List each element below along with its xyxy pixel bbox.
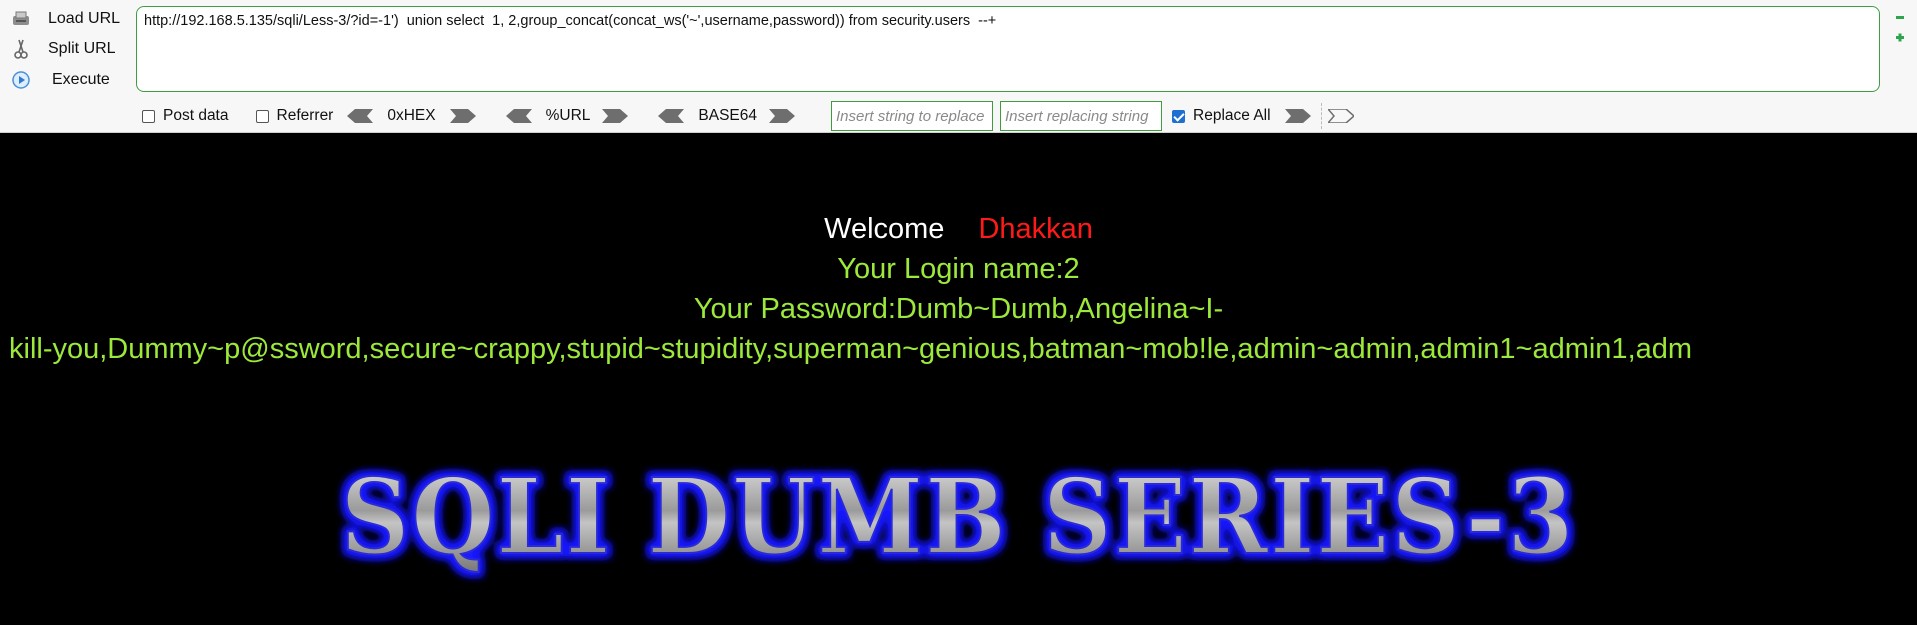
hex-label: 0xHEX: [387, 107, 436, 124]
base64-decode-arrow-icon[interactable]: [658, 109, 685, 123]
replace-all-checkbox[interactable]: [1172, 109, 1186, 123]
post-data-option[interactable]: Post data: [142, 107, 229, 125]
username-text: Dhakkan: [978, 213, 1093, 245]
replace-back-arrow-icon[interactable]: [1327, 109, 1354, 123]
execute-icon: [10, 69, 32, 91]
replace-forward-arrow-icon[interactable]: [1284, 109, 1311, 123]
scroll-markers: [1893, 12, 1907, 52]
referrer-checkbox[interactable]: [255, 109, 269, 123]
replace-to-input[interactable]: [1000, 101, 1163, 131]
execute-label: Execute: [52, 71, 110, 88]
base64-label: BASE64: [698, 107, 758, 124]
referrer-option[interactable]: Referrer: [255, 107, 334, 125]
replace-from-input[interactable]: [831, 101, 994, 131]
toolbar-separator: [1320, 103, 1322, 129]
hex-decode-arrow-icon[interactable]: [347, 109, 374, 123]
referrer-label: Referrer: [276, 107, 334, 124]
page-content: Welcome Dhakkan Your Login name:2 Your Pa…: [0, 133, 1917, 625]
welcome-text: Welcome: [824, 213, 945, 245]
load-url-button[interactable]: Load URL: [10, 6, 120, 32]
url-encode-arrow-icon[interactable]: [602, 109, 629, 123]
svg-text:SQLI DUMB SERIES-3: SQLI DUMB SERIES-3: [341, 455, 1576, 578]
url-decode-arrow-icon[interactable]: [505, 109, 532, 123]
login-name-line: Your Login name:2: [837, 253, 1080, 285]
url-encode-label: %URL: [545, 107, 591, 124]
hackbar-toolbar: Load URL Split URL Execute http://192.16…: [0, 0, 1917, 133]
password-line: Your Password:Dumb~Dumb,Angelina~I-: [693, 293, 1224, 325]
load-url-icon: [10, 8, 32, 30]
hackbar-options: Post data Referrer 0xHEX %URL BASE64 Ins…: [142, 101, 1354, 131]
replace-all-label: Replace All: [1193, 107, 1271, 124]
base64-encode-arrow-icon[interactable]: [769, 109, 796, 123]
split-url-icon: [10, 38, 32, 60]
load-url-label: Load URL: [48, 10, 121, 27]
hex-encode-arrow-icon[interactable]: [449, 109, 476, 123]
split-url-label: Split URL: [48, 40, 116, 57]
post-data-label: Post data: [163, 107, 229, 124]
welcome-line: Welcome Dhakkan: [0, 211, 1917, 247]
post-data-checkbox[interactable]: [142, 109, 155, 123]
replace-all-option[interactable]: Replace All: [1172, 107, 1271, 125]
password-continuation-line: kill-you,Dummy~p@ssword,secure~crappy,st…: [9, 333, 1693, 365]
url-input[interactable]: [144, 13, 1872, 85]
split-url-button[interactable]: Split URL: [10, 36, 116, 62]
execute-button[interactable]: Execute: [10, 67, 110, 93]
url-input-box: [136, 6, 1880, 92]
sqli-banner-logo: SQLI DUMB SERIES-3: [340, 454, 1576, 579]
